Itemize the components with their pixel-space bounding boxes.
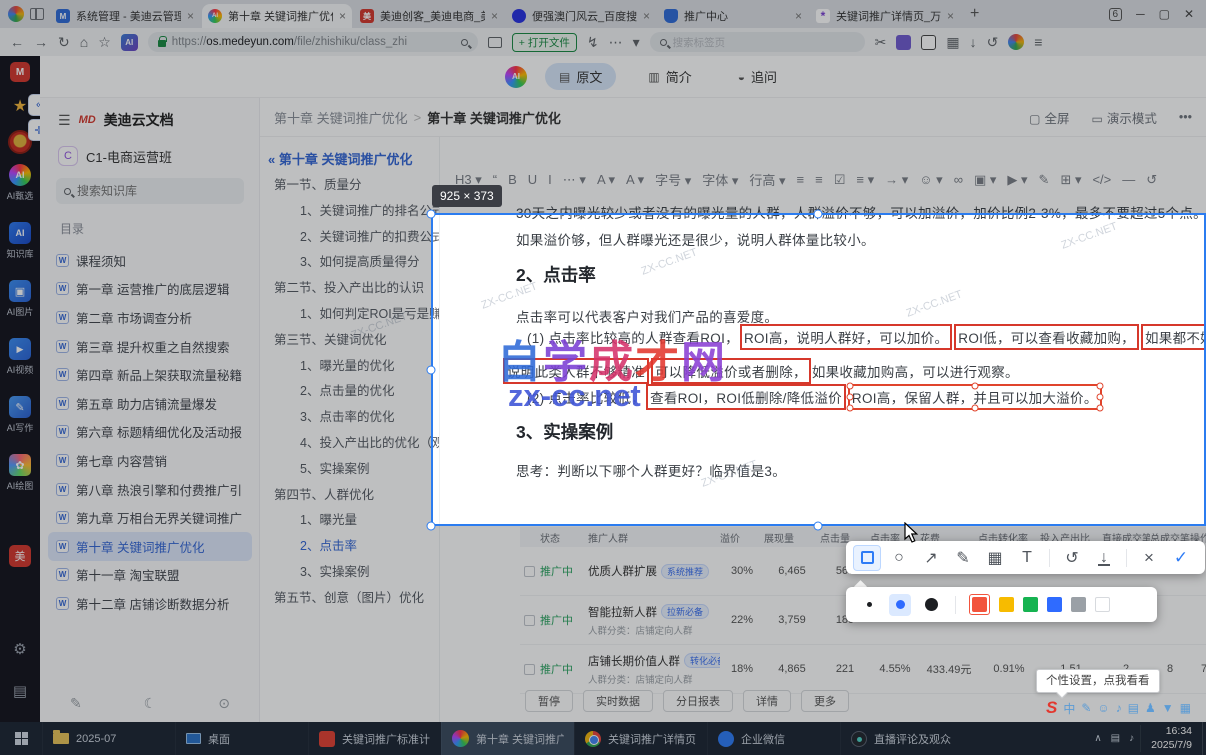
color-gray[interactable] — [1071, 597, 1086, 612]
tool-ellipse[interactable]: ○ — [885, 545, 913, 571]
color-blue[interactable] — [1047, 597, 1062, 612]
voice-input-icon[interactable]: ♪ — [1116, 701, 1122, 715]
settings-tooltip: 个性设置，点我看看 — [1036, 669, 1160, 693]
tool-undo[interactable]: ↺ — [1058, 545, 1086, 571]
tool-mosaic[interactable]: ▦ — [981, 545, 1009, 571]
selection-size-label: 925 × 373 — [432, 185, 502, 207]
stroke-dot — [924, 598, 938, 611]
tool-pen[interactable]: ✎ — [949, 545, 977, 571]
tool-arrow[interactable]: ↗ — [917, 545, 945, 571]
tool-rectangle[interactable] — [853, 544, 881, 571]
selection-handle[interactable] — [426, 209, 436, 219]
selection-handle[interactable] — [813, 209, 823, 219]
color-green[interactable] — [1023, 597, 1038, 612]
rectangle-glyph — [860, 551, 874, 564]
sogou-logo-icon[interactable]: S — [1046, 698, 1057, 718]
toolbar-divider — [1049, 548, 1050, 567]
dim-overlay-left — [0, 213, 431, 526]
stroke-size-small[interactable] — [858, 594, 880, 616]
color-white[interactable] — [1095, 597, 1110, 612]
soft-keyboard-icon[interactable]: ▤ — [1128, 701, 1139, 715]
selection-handle[interactable] — [426, 521, 436, 531]
annotation-toolbar: ○ ↗ ✎ ▦ T ↺ ↓ × ✓ — [846, 541, 1205, 574]
color-selected-wrap — [969, 594, 990, 615]
toolbox-icon[interactable]: ▦ — [1180, 701, 1191, 715]
dim-overlay-top — [0, 0, 1206, 213]
screenshot-selection[interactable] — [431, 213, 1206, 526]
tool-save[interactable]: ↓ — [1090, 545, 1118, 571]
stroke-dot — [895, 600, 905, 609]
toolbar-divider — [1126, 548, 1127, 567]
stroke-size-medium[interactable] — [889, 593, 911, 616]
color-red[interactable] — [972, 597, 987, 612]
stroke-dot — [866, 602, 872, 607]
selection-handle[interactable] — [813, 521, 823, 531]
palette-divider — [955, 595, 956, 614]
skin-icon[interactable]: ▼ — [1162, 701, 1174, 715]
tool-confirm[interactable]: ✓ — [1167, 545, 1195, 571]
mouse-cursor — [904, 522, 919, 543]
input-mode-icon[interactable]: 中 — [1063, 700, 1075, 717]
color-yellow[interactable] — [999, 597, 1014, 612]
stroke-size-large[interactable] — [920, 594, 942, 616]
annotation-palette — [846, 587, 1157, 622]
selection-handle[interactable] — [426, 365, 436, 375]
emoji-icon[interactable]: ☺ — [1097, 701, 1109, 715]
input-method-bar: S 中 ✎ ☺ ♪ ▤ ♟ ▼ ▦ — [1046, 697, 1191, 719]
tool-cancel[interactable]: × — [1135, 545, 1163, 571]
handwriting-icon[interactable]: ✎ — [1081, 701, 1091, 715]
tool-text[interactable]: T — [1013, 545, 1041, 571]
account-icon[interactable]: ♟ — [1145, 701, 1156, 715]
